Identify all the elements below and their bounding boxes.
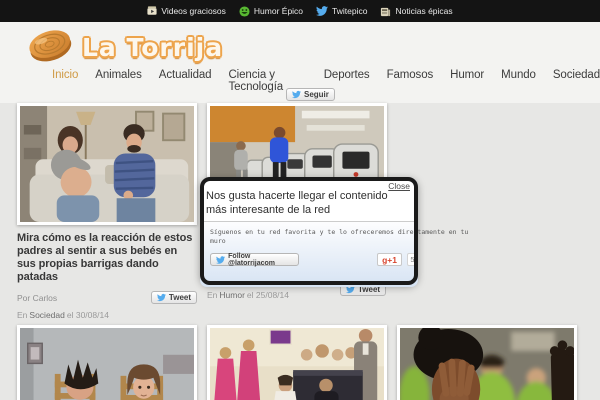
nav-item-famosos[interactable]: Famosos (387, 69, 434, 93)
twitter-bird-icon (316, 5, 329, 17)
topbar-link-label: Noticias épicas (395, 6, 453, 16)
article-card-wedding (207, 325, 387, 400)
topbar-link-noticias-epicas[interactable]: Noticias épicas (380, 6, 453, 17)
article-title[interactable]: Mira cómo es la reacción de estos padres… (17, 232, 197, 284)
popup-header: Close Nos gusta hacerte llegar el conten… (200, 177, 418, 221)
site-logo[interactable]: La Torrija (22, 24, 223, 71)
article-card-kids (17, 325, 197, 400)
article-image-wedding[interactable] (207, 325, 387, 400)
tweet-button-label: Tweet (168, 293, 191, 302)
category-link-sociedad[interactable]: Sociedad (29, 310, 64, 320)
article-image-crying-woman[interactable] (397, 325, 577, 400)
site-header: La Torrija Inicio Animales Actualidad Ci… (0, 22, 600, 103)
tweet-button[interactable]: Tweet (150, 291, 197, 304)
nav-item-actualidad[interactable]: Actualidad (159, 69, 212, 93)
site-logo-text: La Torrija (82, 33, 224, 62)
article-date: el 25/08/14 (246, 290, 289, 300)
newsletter-popup: Close Nos gusta hacerte llegar el conten… (200, 177, 468, 287)
popup-body: Síguenos en tu red favorita y te lo ofre… (200, 221, 468, 287)
popup-heading: Nos gusta hacerte llegar el contenido má… (206, 190, 388, 216)
twitter-bird-icon (292, 90, 301, 99)
google-plus-one-count: 5 (407, 253, 418, 266)
torrija-coin-icon (22, 24, 78, 71)
article-card-crying-woman (397, 325, 577, 400)
article-meta-row: Por Carlos Tweet (17, 291, 197, 307)
top-network-bar: Videos graciosos Humor Épico Twitepico N… (0, 0, 600, 22)
twitter-follow-button-small[interactable]: Seguir (286, 88, 335, 101)
follow-button-label: Seguir (304, 90, 329, 99)
nav-item-humor[interactable]: Humor (450, 69, 484, 93)
video-icon (147, 6, 157, 16)
article-author: Por Carlos (17, 293, 58, 303)
popup-close-link[interactable]: Close (388, 181, 410, 191)
nav-item-inicio[interactable]: Inicio (52, 69, 78, 93)
twitter-follow-button[interactable]: Follow @latorrijacom (210, 252, 300, 267)
news-icon (380, 6, 391, 17)
popup-message: Síguenos en tu red favorita y te lo ofre… (210, 228, 469, 245)
article-category-date: En Humor el 25/08/14 (207, 290, 289, 300)
topbar-link-label: Humor Épico (253, 6, 304, 16)
smiley-icon (239, 5, 250, 17)
category-link-humor[interactable]: Humor (219, 290, 245, 300)
twitter-bird-icon (156, 293, 166, 302)
twitter-bird-icon (216, 255, 226, 264)
nav-item-mundo[interactable]: Mundo (501, 69, 536, 93)
in-label: En (17, 310, 28, 320)
latorrija-homepage: Videos graciosos Humor Épico Twitepico N… (0, 0, 600, 400)
nav-item-sociedad[interactable]: Sociedad (553, 69, 600, 93)
topbar-link-twitepico[interactable]: Twitepico (316, 5, 367, 17)
nav-item-animales[interactable]: Animales (95, 69, 142, 93)
google-plus-one-button[interactable]: g+1 (377, 253, 402, 266)
topbar-link-videos-graciosos[interactable]: Videos graciosos (147, 6, 226, 16)
article-image-pregnant-couple[interactable] (17, 103, 197, 225)
article-category-date: En Sociedad el 30/08/14 (17, 310, 197, 320)
in-label: En (207, 290, 218, 300)
article-image-two-kids[interactable] (17, 325, 197, 400)
topbar-link-label: Videos graciosos (161, 6, 226, 16)
topbar-link-humor-epico[interactable]: Humor Épico (239, 5, 304, 17)
article-date: el 30/08/14 (66, 310, 109, 320)
follow-button-label: Follow @latorrijacom (228, 252, 276, 267)
popup-social-buttons: Follow @latorrijacom g+1 5 (210, 252, 418, 267)
article-card-pregnant-parents: Mira cómo es la reacción de estos padres… (17, 103, 197, 320)
topbar-link-label: Twitepico (332, 6, 368, 16)
